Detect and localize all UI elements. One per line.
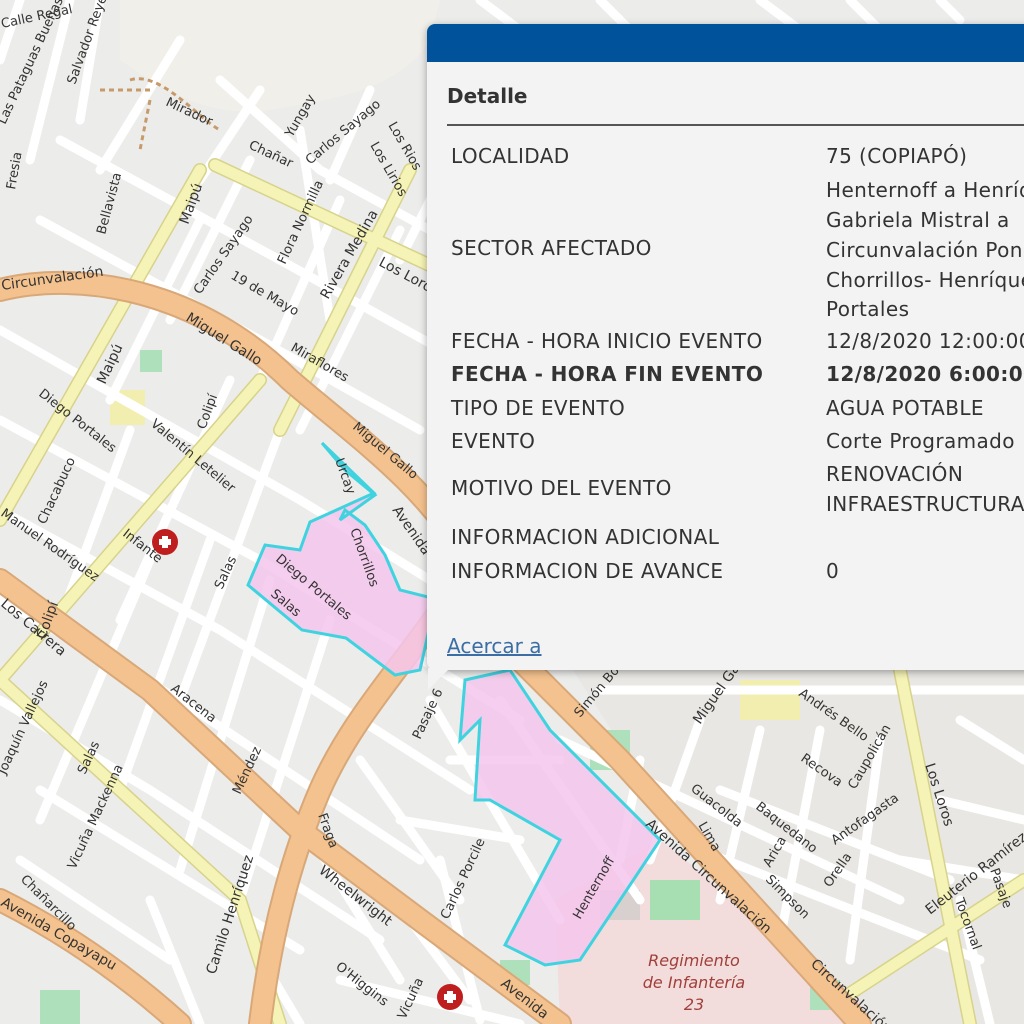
field-value-motivo-1: RENOVACIÓN <box>826 462 964 486</box>
field-label-inicio: FECHA - HORA INICIO EVENTO <box>451 329 763 353</box>
field-value-sector-2: Gabriela Mistral a <box>826 208 1010 232</box>
field-value-avance: 0 <box>826 559 840 583</box>
detail-popup: Detalle LOCALIDAD 75 (COPIAPÓ) SECTOR AF… <box>427 24 1024 670</box>
field-value-tipo: AGUA POTABLE <box>826 396 984 420</box>
svg-text:23: 23 <box>684 995 704 1014</box>
field-label-sector: SECTOR AFECTADO <box>451 236 652 260</box>
field-label-localidad: LOCALIDAD <box>451 144 570 168</box>
field-label-evento: EVENTO <box>451 429 536 453</box>
field-value-inicio: 12/8/2020 12:00:00 <box>826 329 1024 353</box>
field-label-info-adicional: INFORMACION ADICIONAL <box>451 525 720 549</box>
popup-pointer <box>428 668 450 690</box>
field-value-sector-3: Circunvalación Poniente- <box>826 238 1024 262</box>
field-value-sector-4: Chorrillos- Henríquez- <box>826 268 1024 292</box>
zoom-to-link[interactable]: Acercar a <box>447 634 542 658</box>
field-label-fin: FECHA - HORA FIN EVENTO <box>451 362 764 386</box>
field-value-localidad: 75 (COPIAPÓ) <box>826 144 968 168</box>
field-value-evento: Corte Programado <box>826 429 1015 453</box>
field-label-motivo: MOTIVO DEL EVENTO <box>451 476 672 500</box>
svg-text:Regimiento: Regimiento <box>648 951 740 970</box>
svg-text:de Infantería: de Infantería <box>643 973 745 992</box>
field-value-fin: 12/8/2020 6:00:00 <box>826 362 1024 386</box>
divider <box>447 124 1024 126</box>
popup-title: Detalle <box>447 84 528 108</box>
field-value-motivo-2: INFRAESTRUCTURA <box>826 492 1024 516</box>
field-value-sector-1: Henternoff a Henríquez- <box>826 178 1024 202</box>
hospital-icon[interactable] <box>437 984 463 1010</box>
field-label-tipo: TIPO DE EVENTO <box>451 396 626 420</box>
field-value-sector-5: Portales <box>826 297 910 321</box>
popup-header-bar <box>427 24 1024 62</box>
field-label-avance: INFORMACION DE AVANCE <box>451 559 724 583</box>
